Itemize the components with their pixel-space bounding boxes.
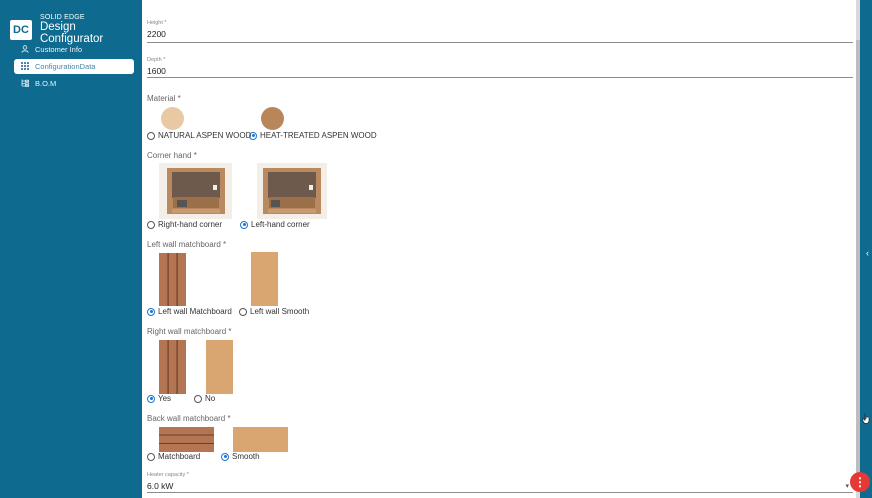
sidebar-item-bom[interactable]: B.O.M <box>14 76 134 91</box>
right-wall-smooth-image[interactable] <box>206 340 233 394</box>
left-wall-matchboard-image[interactable] <box>159 253 186 306</box>
height-field[interactable]: Height * 2200 <box>147 20 853 43</box>
radio-button[interactable] <box>147 307 155 316</box>
heat-treated-aspen-swatch[interactable] <box>261 107 284 130</box>
option-label: NATURAL ASPEN WOOD <box>158 131 252 140</box>
tree-icon <box>20 79 29 89</box>
radio-button[interactable] <box>221 452 229 461</box>
back-wall-option-matchboard[interactable]: Matchboard <box>147 452 200 461</box>
corner-hand-title: Corner hand * <box>147 151 197 160</box>
radio-button[interactable] <box>147 131 155 140</box>
heater-capacity-label: Heater capacity * <box>147 472 189 478</box>
configuration-form: Height * 2200 Depth * 1600 Material * NA… <box>142 0 858 498</box>
radio-button[interactable] <box>147 452 155 461</box>
left-hand-corner-image[interactable] <box>257 163 327 219</box>
radio-button[interactable] <box>239 307 247 316</box>
right-hand-corner-image[interactable] <box>159 163 232 219</box>
option-label: Left wall Matchboard <box>158 307 232 316</box>
heater-capacity-select[interactable]: Heater capacity * 6.0 kW ▾ <box>147 472 853 493</box>
radio-button[interactable] <box>240 220 248 229</box>
option-label: Right-hand corner <box>158 220 223 229</box>
right-wall-title: Right wall matchboard * <box>147 327 232 336</box>
sidebar-item-label: ConfigurationData <box>35 62 96 71</box>
corner-option-right[interactable]: Right-hand corner <box>147 220 222 229</box>
brand: DC SOLID EDGE Design Configurator <box>10 14 142 45</box>
option-label: Left wall Smooth <box>250 307 310 316</box>
grid-icon <box>20 61 29 72</box>
depth-label: Depth * <box>147 57 166 63</box>
back-wall-title: Back wall matchboard * <box>147 414 231 423</box>
radio-button[interactable] <box>147 394 155 403</box>
left-wall-title: Left wall matchboard * <box>147 240 227 249</box>
heater-capacity-value: 6.0 kW <box>147 481 174 491</box>
right-wall-matchboard-image[interactable] <box>159 340 186 394</box>
app-logo: DC <box>10 19 32 40</box>
sidebar: DC SOLID EDGE Design Configurator Custom… <box>0 0 142 498</box>
sidebar-nav: Customer Info ConfigurationData B.O.M <box>0 42 142 93</box>
option-label: No <box>205 394 216 403</box>
sidebar-item-configuration-data[interactable]: ConfigurationData <box>14 59 134 74</box>
right-wall-option-yes[interactable]: Yes <box>147 394 171 403</box>
natural-aspen-swatch[interactable] <box>161 107 184 130</box>
hand-cursor-icon <box>862 413 871 427</box>
left-wall-option-matchboard[interactable]: Left wall Matchboard <box>147 307 232 316</box>
option-label: Left-hand corner <box>251 220 310 229</box>
sidebar-item-customer-info[interactable]: Customer Info <box>14 42 134 57</box>
chevron-left-icon[interactable]: ‹ <box>866 248 869 258</box>
option-label: Smooth <box>232 452 260 461</box>
back-wall-option-smooth[interactable]: Smooth <box>221 452 260 461</box>
radio-button[interactable] <box>249 131 257 140</box>
chevron-down-icon: ▾ <box>845 483 849 490</box>
option-label: HEAT-TREATED ASPEN WOOD <box>260 131 377 140</box>
radio-button[interactable] <box>147 220 155 229</box>
brand-top-text: SOLID EDGE <box>39 14 85 21</box>
material-option-natural[interactable]: NATURAL ASPEN WOOD <box>147 131 251 140</box>
height-value: 2200 <box>147 29 166 39</box>
brand-text: SOLID EDGE Design Configurator <box>40 14 142 45</box>
user-icon <box>20 44 29 55</box>
option-label: Matchboard <box>158 452 201 461</box>
sidebar-item-label: B.O.M <box>35 79 57 88</box>
back-wall-matchboard-image[interactable] <box>159 427 214 452</box>
back-wall-smooth-image[interactable] <box>233 427 288 452</box>
depth-value: 1600 <box>147 66 166 76</box>
sidebar-item-label: Customer Info <box>35 45 83 54</box>
more-vertical-icon: ⋮ <box>854 475 866 489</box>
height-label: Height * <box>147 20 167 26</box>
material-option-heat-treated[interactable]: HEAT-TREATED ASPEN WOOD <box>249 131 377 140</box>
corner-option-left[interactable]: Left-hand corner <box>240 220 310 229</box>
left-wall-smooth-image[interactable] <box>251 252 278 306</box>
left-wall-option-smooth[interactable]: Left wall Smooth <box>239 307 309 316</box>
material-title: Material * <box>147 94 181 103</box>
more-options-button[interactable]: ⋮ <box>850 472 870 492</box>
radio-button[interactable] <box>194 394 202 403</box>
right-wall-option-no[interactable]: No <box>194 394 215 403</box>
depth-field[interactable]: Depth * 1600 <box>147 57 853 78</box>
option-label: Yes <box>158 394 172 403</box>
